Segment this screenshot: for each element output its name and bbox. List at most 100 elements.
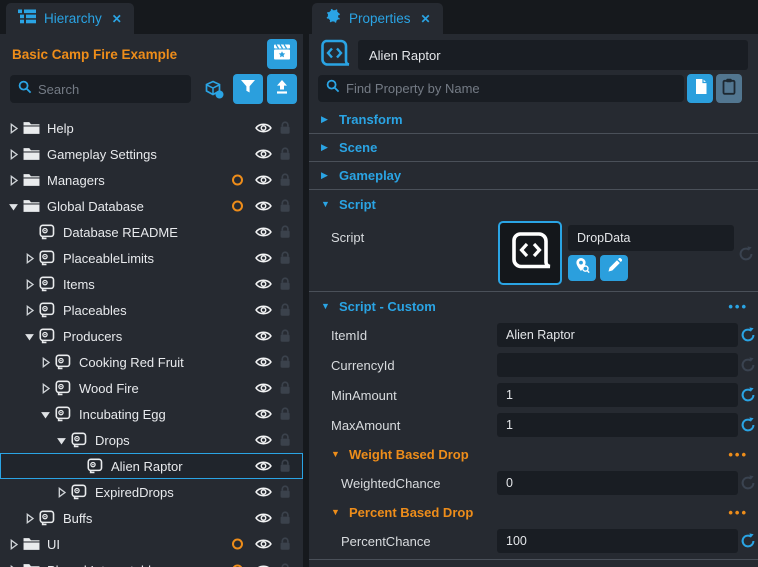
expand-open-icon[interactable] bbox=[6, 199, 20, 213]
property-value-field[interactable] bbox=[497, 413, 738, 437]
more-options-icon[interactable]: ••• bbox=[728, 299, 748, 314]
visibility-eye-icon[interactable] bbox=[255, 330, 272, 343]
section-script-custom[interactable]: ▼ Script - Custom ••• bbox=[309, 292, 758, 320]
script-name-field[interactable] bbox=[568, 225, 734, 251]
visibility-eye-icon[interactable] bbox=[255, 226, 272, 239]
edit-script-button[interactable] bbox=[600, 255, 628, 281]
visibility-eye-icon[interactable] bbox=[255, 252, 272, 265]
expand-closed-icon[interactable] bbox=[22, 251, 36, 265]
expand-closed-icon[interactable] bbox=[38, 355, 52, 369]
visibility-eye-icon[interactable] bbox=[255, 538, 272, 551]
expand-open-icon[interactable] bbox=[38, 407, 52, 421]
visibility-eye-icon[interactable] bbox=[255, 200, 272, 213]
expand-closed-icon[interactable] bbox=[22, 511, 36, 525]
lock-icon[interactable] bbox=[279, 147, 291, 161]
expand-closed-icon[interactable] bbox=[22, 277, 36, 291]
lock-icon[interactable] bbox=[279, 433, 291, 447]
tree-item-producers[interactable]: Producers bbox=[0, 323, 303, 349]
object-visibility-icon[interactable] bbox=[204, 80, 226, 106]
script-asset-thumbnail[interactable] bbox=[498, 221, 562, 285]
tree-item-incubating-egg[interactable]: Incubating Egg bbox=[0, 401, 303, 427]
visibility-eye-icon[interactable] bbox=[255, 148, 272, 161]
group-header-weight-based-drop[interactable]: ▼Weight Based Drop••• bbox=[309, 440, 758, 468]
tree-item-drops[interactable]: Drops bbox=[0, 427, 303, 453]
lock-icon[interactable] bbox=[279, 381, 291, 395]
section-scene[interactable]: ▶ Scene bbox=[309, 134, 758, 162]
section-script[interactable]: ▼ Script bbox=[309, 190, 758, 218]
expand-closed-icon[interactable] bbox=[38, 381, 52, 395]
tab-hierarchy-close-icon[interactable]: ✕ bbox=[112, 12, 122, 26]
expand-closed-icon[interactable] bbox=[6, 147, 20, 161]
tree-item-placed-interactables[interactable]: Placed Interactables bbox=[0, 557, 303, 567]
hierarchy-search-input[interactable] bbox=[38, 82, 214, 97]
group-header-percent-based-drop[interactable]: ▼Percent Based Drop••• bbox=[309, 498, 758, 526]
lock-icon[interactable] bbox=[279, 121, 291, 135]
visibility-eye-icon[interactable] bbox=[255, 278, 272, 291]
copy-properties-button[interactable] bbox=[687, 74, 713, 103]
tree-item-ui[interactable]: UI bbox=[0, 531, 303, 557]
lock-icon[interactable] bbox=[279, 485, 291, 499]
tab-hierarchy[interactable]: Hierarchy ✕ bbox=[6, 3, 134, 34]
find-script-button[interactable] bbox=[568, 255, 596, 281]
section-gameplay[interactable]: ▶ Gameplay bbox=[309, 162, 758, 190]
tree-item-items[interactable]: Items bbox=[0, 271, 303, 297]
more-options-icon[interactable]: ••• bbox=[728, 447, 748, 462]
tree-item-buffs[interactable]: Buffs bbox=[0, 505, 303, 531]
visibility-eye-icon[interactable] bbox=[255, 304, 272, 317]
expand-closed-icon[interactable] bbox=[6, 537, 20, 551]
filter-button[interactable] bbox=[233, 74, 263, 104]
property-value-field[interactable] bbox=[497, 471, 738, 495]
lock-icon[interactable] bbox=[279, 459, 291, 473]
expand-closed-icon[interactable] bbox=[6, 563, 20, 567]
section-transform[interactable]: ▶ Transform bbox=[309, 106, 758, 134]
expand-open-icon[interactable] bbox=[22, 329, 36, 343]
tab-properties-close-icon[interactable]: ✕ bbox=[421, 12, 431, 26]
export-button[interactable] bbox=[267, 74, 297, 104]
expand-closed-icon[interactable] bbox=[6, 121, 20, 135]
lock-icon[interactable] bbox=[279, 563, 291, 567]
visibility-eye-icon[interactable] bbox=[255, 382, 272, 395]
tree-item-global-database[interactable]: Global Database bbox=[0, 193, 303, 219]
property-value-field[interactable] bbox=[497, 529, 738, 553]
visibility-eye-icon[interactable] bbox=[255, 408, 272, 421]
visibility-eye-icon[interactable] bbox=[255, 486, 272, 499]
visibility-eye-icon[interactable] bbox=[255, 122, 272, 135]
lock-icon[interactable] bbox=[279, 355, 291, 369]
lock-icon[interactable] bbox=[279, 303, 291, 317]
property-value-field[interactable] bbox=[497, 383, 738, 407]
tree-item-managers[interactable]: Managers bbox=[0, 167, 303, 193]
tree-item-gameplay-settings[interactable]: Gameplay Settings bbox=[0, 141, 303, 167]
lock-icon[interactable] bbox=[279, 277, 291, 291]
property-search[interactable] bbox=[318, 75, 684, 102]
reset-icon[interactable] bbox=[740, 327, 756, 343]
property-search-input[interactable] bbox=[346, 81, 676, 96]
expand-open-icon[interactable] bbox=[54, 433, 68, 447]
expand-closed-icon[interactable] bbox=[6, 173, 20, 187]
tree-item-wood-fire[interactable]: Wood Fire bbox=[0, 375, 303, 401]
tree-item-placeables[interactable]: Placeables bbox=[0, 297, 303, 323]
lock-icon[interactable] bbox=[279, 225, 291, 239]
tree-item-cooking-red-fruit[interactable]: Cooking Red Fruit bbox=[0, 349, 303, 375]
lock-icon[interactable] bbox=[279, 199, 291, 213]
lock-icon[interactable] bbox=[279, 537, 291, 551]
visibility-eye-icon[interactable] bbox=[255, 174, 272, 187]
visibility-eye-icon[interactable] bbox=[255, 356, 272, 369]
hierarchy-search[interactable] bbox=[10, 75, 191, 103]
entity-name-input[interactable] bbox=[358, 40, 748, 70]
lock-icon[interactable] bbox=[279, 173, 291, 187]
expand-closed-icon[interactable] bbox=[22, 303, 36, 317]
visibility-eye-icon[interactable] bbox=[255, 564, 272, 567]
more-options-icon[interactable]: ••• bbox=[728, 505, 748, 520]
visibility-eye-icon[interactable] bbox=[255, 460, 272, 473]
scene-settings-button[interactable] bbox=[267, 39, 297, 69]
lock-icon[interactable] bbox=[279, 407, 291, 421]
tree-item-expireddrops[interactable]: ExpiredDrops bbox=[0, 479, 303, 505]
tree-item-placeablelimits[interactable]: PlaceableLimits bbox=[0, 245, 303, 271]
reset-icon[interactable] bbox=[740, 387, 756, 403]
expand-closed-icon[interactable] bbox=[54, 485, 68, 499]
tree-item-database-readme[interactable]: Database README bbox=[0, 219, 303, 245]
reset-icon[interactable] bbox=[740, 417, 756, 433]
tab-properties[interactable]: Properties ✕ bbox=[312, 3, 443, 34]
tree-item-help[interactable]: Help bbox=[0, 115, 303, 141]
reset-icon[interactable] bbox=[740, 533, 756, 549]
